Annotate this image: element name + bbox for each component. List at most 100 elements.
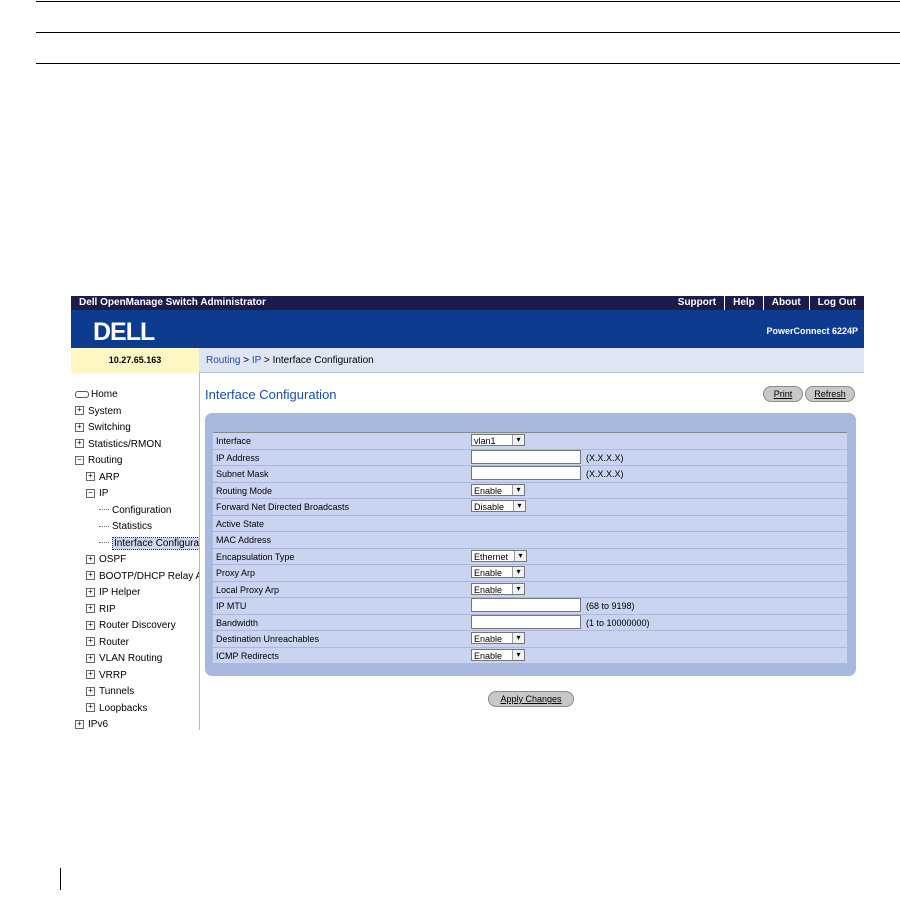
row-ip-address: IP Address (X.X.X.X) [213,449,847,466]
expand-plus-icon[interactable]: + [86,587,95,597]
nav-item-statistics[interactable]: Statistics [75,519,199,536]
nav-item-vlan-routing[interactable]: + VLAN Routing [75,651,199,668]
nav-label: System [88,405,122,417]
row-local-proxy-arp: Local Proxy Arp Enable ▾ [213,581,847,598]
field-label: Routing Mode [216,485,273,496]
expand-plus-icon[interactable]: + [75,439,84,449]
bandwidth-input[interactable] [471,614,581,629]
about-link[interactable]: About [762,296,809,310]
row-encapsulation-type: Encapsulation Type Ethernet ▾ [213,548,847,565]
expand-plus-icon[interactable]: + [75,406,84,416]
nav-item-tunnels[interactable]: + Tunnels [75,684,199,701]
expand-plus-icon[interactable]: + [86,604,95,614]
logout-link[interactable]: Log Out [808,296,864,310]
nav-label: Switching [88,422,131,433]
nav-item-vrrp[interactable]: + VRRP [75,668,199,685]
field-label: Proxy Arp [216,568,256,578]
nav-item-ip-helper[interactable]: + IP Helper [75,585,199,602]
chevron-down-icon[interactable]: ▾ [513,501,525,511]
collapse-minus-icon[interactable]: − [75,455,84,465]
local-proxy-arp-select[interactable]: Enable ▾ [471,582,525,595]
row-proxy-arp: Proxy Arp Enable ▾ [213,565,847,582]
chevron-down-icon[interactable]: ▾ [512,435,524,445]
dell-logo: DELL [93,318,155,346]
expand-plus-icon[interactable]: + [86,703,95,713]
select-value: Enable [474,485,503,496]
row-subnet-mask: Subnet Mask (X.X.X.X) [213,466,847,483]
nav-label: Loopbacks [99,702,148,714]
nav-item-routing[interactable]: − Routing [75,453,199,470]
field-label: Subnet Mask [216,469,269,479]
chevron-down-icon[interactable]: ▾ [512,633,524,643]
nav-item-ospf[interactable]: + OSPF [75,552,199,569]
content-area: Interface Configuration Print Refresh In… [200,373,864,730]
nav-label: Statistics [112,521,153,532]
nav-item-ip[interactable]: − IP [75,486,199,503]
row-routing-mode: Routing Mode Enable ▾ [213,482,847,499]
expand-plus-icon[interactable]: + [86,653,95,663]
nav-item-ipv6[interactable]: + IPv6 [75,717,199,730]
nav-item-statistics-rmon[interactable]: + Statistics/RMON [75,437,199,454]
nav-item-arp[interactable]: + ARP [75,470,199,487]
encapsulation-select[interactable]: Ethernet ▾ [471,549,527,562]
home-icon [75,390,89,398]
nav-item-configuration[interactable]: Configuration [75,503,199,520]
expand-plus-icon[interactable]: + [86,472,95,482]
nav-label-selected: Interface Configurati [112,536,199,550]
tree-connector [99,525,109,527]
forward-broadcasts-select[interactable]: Disable ▾ [471,500,526,512]
collapse-minus-icon[interactable]: − [86,488,95,498]
nav-label: VLAN Routing [99,653,163,664]
print-button[interactable]: Print [763,386,803,402]
select-value: vlan1 [474,436,496,446]
field-hint: (X.X.X.X) [586,469,624,479]
chevron-down-icon[interactable]: ▾ [512,484,524,495]
nav-label: RIP [99,603,116,615]
refresh-button[interactable]: Refresh [805,386,855,402]
support-link[interactable]: Support [670,296,724,310]
expand-plus-icon[interactable]: + [86,670,95,680]
help-link[interactable]: Help [724,296,763,310]
nav-item-router-discovery[interactable]: + Router Discovery [75,618,199,635]
switch-admin-window: Dell OpenManage Switch Administrator Sup… [71,296,864,730]
row-interface: Interface vlan1 ▾ [213,433,847,450]
destination-unreachables-select[interactable]: Enable ▾ [471,632,525,644]
nav-item-switching[interactable]: + Switching [75,420,199,437]
expand-plus-icon[interactable]: + [86,686,95,696]
expand-plus-icon[interactable]: + [86,637,95,647]
nav-item-interface-configuration[interactable]: Interface Configurati [75,536,199,553]
chevron-down-icon[interactable]: ▾ [514,550,526,561]
row-bandwidth: Bandwidth (1 to 10000000) [213,614,847,631]
subnet-mask-input[interactable] [471,466,581,480]
proxy-arp-select[interactable]: Enable ▾ [471,566,525,578]
expand-plus-icon[interactable]: + [86,571,95,581]
breadcrumb-routing[interactable]: Routing [206,355,240,366]
apply-changes-button[interactable]: Apply Changes [488,691,574,707]
interface-select[interactable]: vlan1 ▾ [471,434,525,446]
nav-item-bootp-dhcp[interactable]: + BOOTP/DHCP Relay A [75,569,199,586]
icmp-redirects-select[interactable]: Enable ▾ [471,648,525,661]
nav-item-system[interactable]: + System [75,404,199,421]
nav-label: Tunnels [99,686,135,697]
nav-item-loopbacks[interactable]: + Loopbacks [75,701,199,718]
nav-label: VRRP [99,669,127,681]
expand-plus-icon[interactable]: + [86,620,95,630]
field-label: IP Address [216,452,260,463]
ip-address-input[interactable] [471,449,581,464]
routing-mode-select[interactable]: Enable ▾ [471,483,525,496]
chevron-down-icon[interactable]: ▾ [512,649,524,660]
nav-label: IP [99,488,109,499]
nav-item-rip[interactable]: + RIP [75,602,199,619]
expand-plus-icon[interactable]: + [75,719,84,729]
expand-plus-icon[interactable]: + [86,554,95,564]
breadcrumb-ip[interactable]: IP [252,355,261,366]
breadcrumb-separator: > [261,355,273,366]
brand-banner: DELL PowerConnect 6224P [71,310,864,348]
expand-plus-icon[interactable]: + [75,422,84,432]
ip-mtu-input[interactable] [471,598,581,612]
chevron-down-icon[interactable]: ▾ [512,567,524,577]
nav-item-router[interactable]: + Router [75,635,199,652]
chevron-down-icon[interactable]: ▾ [512,583,524,594]
top-links: Support Help About Log Out [670,296,864,310]
nav-item-home[interactable]: Home [75,387,199,404]
